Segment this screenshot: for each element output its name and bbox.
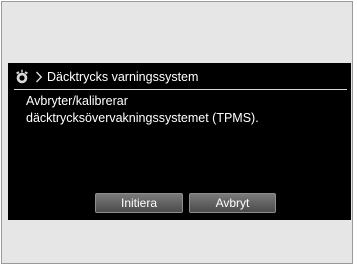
header-divider <box>14 89 347 90</box>
tpms-tire-icon <box>16 69 28 84</box>
cancel-button[interactable]: Avbryt <box>189 193 276 213</box>
dialog-header: Däcktrycks varningssystem <box>8 63 351 91</box>
message-line-1: Avbryter/kalibrerar <box>26 94 128 108</box>
start-button[interactable]: Initiera <box>95 193 183 213</box>
chevron-right-icon <box>35 71 43 83</box>
device-frame: Däcktrycks varningssystem Avbryter/kalib… <box>1 1 353 264</box>
dialog-screen: Däcktrycks varningssystem Avbryter/kalib… <box>8 63 351 220</box>
dialog-title: Däcktrycks varningssystem <box>47 70 199 84</box>
message-line-2: däcktrycksövervakningssystemet (TPMS). <box>26 111 259 125</box>
dialog-message: Avbryter/kalibrerar däcktrycksövervaknin… <box>26 93 259 127</box>
